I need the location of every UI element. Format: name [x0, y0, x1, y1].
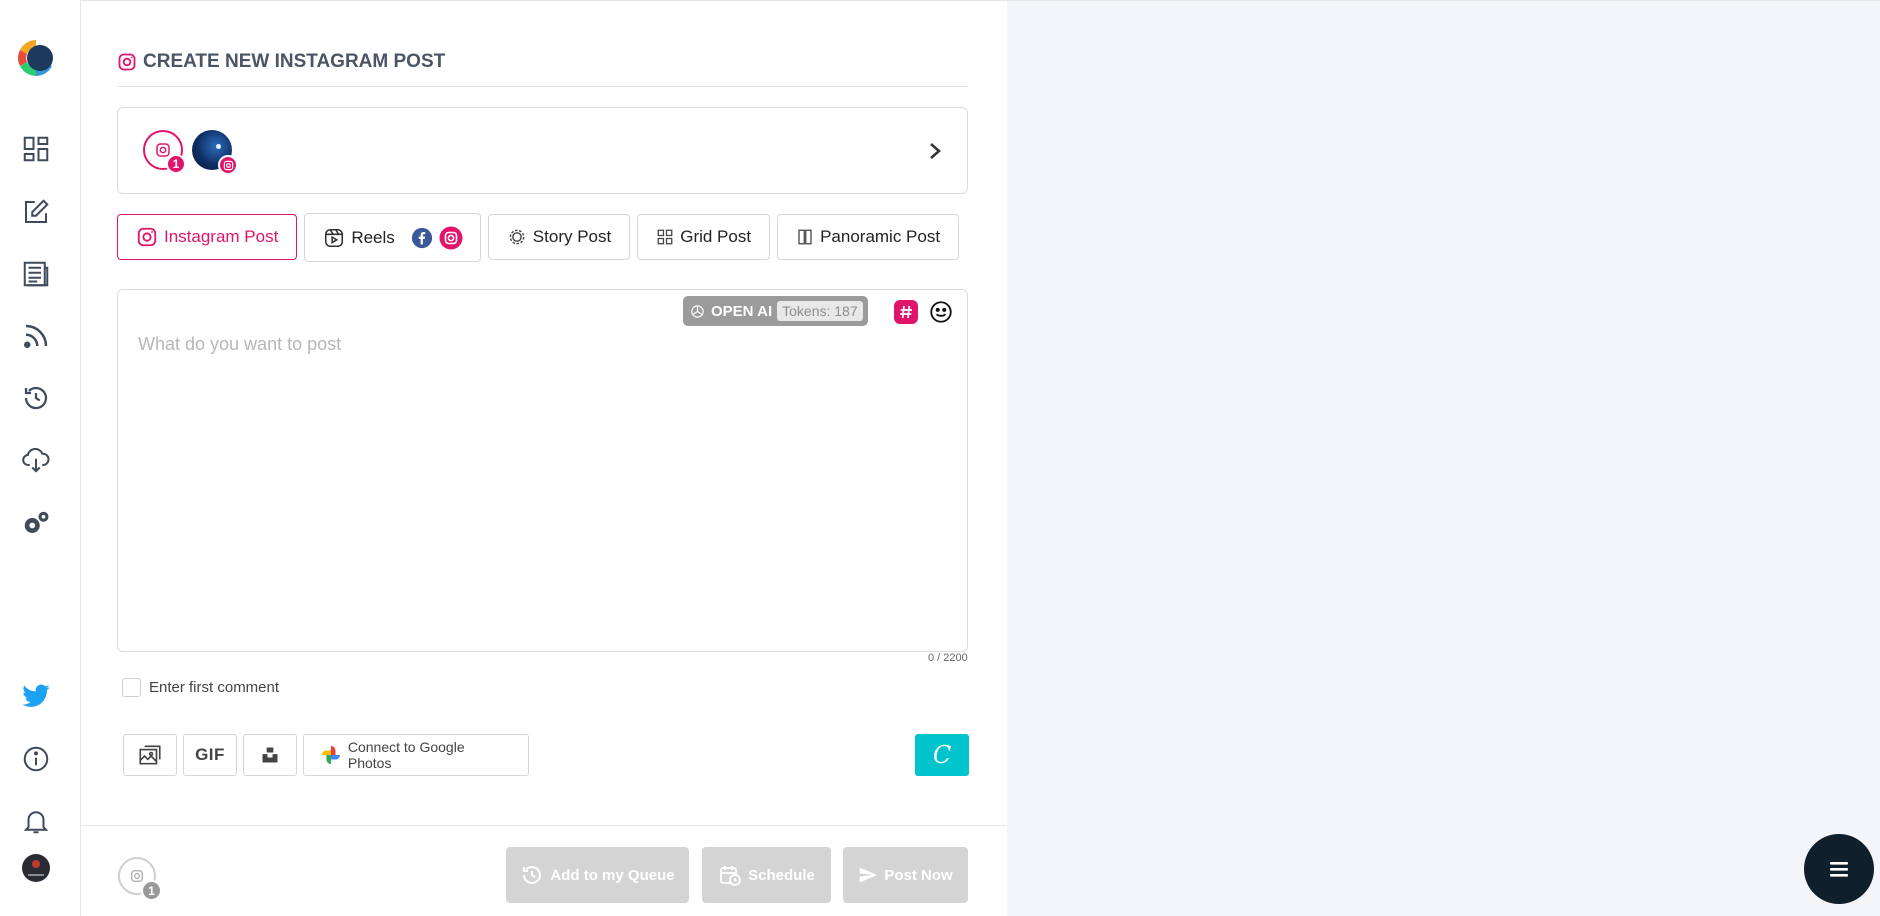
account-count-badge: 1	[166, 154, 186, 174]
title-divider	[117, 86, 968, 87]
panoramic-icon	[796, 227, 814, 247]
tokens-badge: Tokens: 187	[777, 301, 863, 321]
instagram-icon	[130, 869, 144, 883]
hamburger-icon	[1828, 859, 1850, 879]
images-icon	[137, 742, 163, 768]
first-comment-row[interactable]: Enter first comment	[122, 678, 279, 697]
info-icon[interactable]	[20, 743, 52, 775]
sidebar	[0, 0, 81, 916]
account-selector[interactable]: 1	[117, 107, 968, 194]
cloud-download-icon[interactable]	[20, 444, 52, 476]
canva-icon: C	[933, 741, 951, 769]
post-now-label: Post Now	[884, 867, 952, 884]
hashtag-icon	[898, 304, 914, 320]
compose-icon[interactable]	[20, 196, 52, 228]
hashtag-button[interactable]	[894, 300, 918, 324]
unsplash-button[interactable]	[243, 734, 297, 776]
gif-label: GIF	[195, 745, 225, 765]
footer-account-count: 1	[141, 880, 162, 901]
reels-icon	[323, 227, 345, 249]
bell-icon[interactable]	[20, 805, 52, 837]
footer-divider	[81, 825, 1007, 826]
story-icon	[507, 227, 527, 247]
tab-label: Instagram Post	[164, 227, 278, 247]
dashboard-icon[interactable]	[20, 133, 52, 165]
queue-icon	[520, 863, 544, 887]
history-icon[interactable]	[20, 382, 52, 414]
post-text-input[interactable]: What do you want to post	[138, 334, 341, 355]
compose-panel: CREATE NEW INSTAGRAM POST 1 Instagram Po…	[81, 1, 1007, 916]
openai-label: OPEN AI	[711, 303, 772, 320]
tab-grid-post[interactable]: Grid Post	[637, 214, 770, 260]
tab-panoramic-post[interactable]: Panoramic Post	[777, 214, 959, 260]
grid-icon	[656, 228, 674, 246]
app-logo[interactable]	[16, 36, 56, 80]
openai-icon	[689, 303, 706, 320]
unsplash-icon	[260, 745, 280, 765]
tab-label: Panoramic Post	[820, 227, 940, 247]
page-title-text: CREATE NEW INSTAGRAM POST	[143, 51, 445, 73]
gif-button[interactable]: GIF	[183, 734, 237, 776]
canva-button[interactable]: C	[915, 734, 969, 776]
rss-feed-icon[interactable]	[20, 320, 52, 352]
instagram-badge-icon	[218, 155, 238, 175]
emoji-icon[interactable]	[928, 299, 954, 325]
instagram-icon	[136, 226, 158, 248]
instagram-icon	[117, 52, 137, 72]
user-avatar[interactable]	[20, 852, 52, 884]
post-type-tabs: Instagram Post Reels Story Post Grid Pos…	[117, 214, 959, 262]
google-photos-icon	[320, 744, 342, 766]
twitter-icon[interactable]	[20, 680, 52, 712]
settings-icon[interactable]	[20, 507, 52, 539]
menu-button[interactable]	[1804, 834, 1874, 904]
tab-label: Story Post	[533, 227, 611, 247]
post-now-button[interactable]: Post Now	[843, 847, 968, 903]
openai-button[interactable]: OPEN AI Tokens: 187	[683, 296, 868, 326]
media-toolbar: GIF Connect to Google Photos	[123, 734, 529, 776]
posts-icon[interactable]	[20, 258, 52, 290]
tab-reels[interactable]: Reels	[304, 213, 480, 262]
tab-label: Reels	[351, 228, 394, 248]
add-to-queue-button[interactable]: Add to my Queue	[506, 847, 689, 903]
calendar-icon	[718, 863, 742, 887]
chevron-right-icon[interactable]	[925, 136, 945, 166]
schedule-button[interactable]: Schedule	[702, 847, 831, 903]
avatar-highlight	[216, 144, 221, 149]
google-photos-button[interactable]: Connect to Google Photos	[303, 734, 529, 776]
schedule-label: Schedule	[748, 867, 815, 884]
tab-instagram-post[interactable]: Instagram Post	[117, 214, 297, 260]
first-comment-label: Enter first comment	[149, 679, 279, 696]
facebook-icon	[411, 227, 433, 249]
tab-story-post[interactable]: Story Post	[488, 214, 630, 260]
google-photos-label: Connect to Google Photos	[348, 739, 511, 771]
page-title: CREATE NEW INSTAGRAM POST	[117, 51, 445, 73]
send-icon	[858, 865, 878, 885]
image-upload-button[interactable]	[123, 734, 177, 776]
instagram-icon	[439, 226, 463, 250]
tab-label: Grid Post	[680, 227, 751, 247]
first-comment-checkbox[interactable]	[122, 678, 141, 697]
post-editor[interactable]: What do you want to post OPEN AI Tokens:…	[117, 289, 968, 652]
character-counter: 0 / 2200	[928, 652, 968, 664]
add-to-queue-label: Add to my Queue	[550, 867, 674, 884]
